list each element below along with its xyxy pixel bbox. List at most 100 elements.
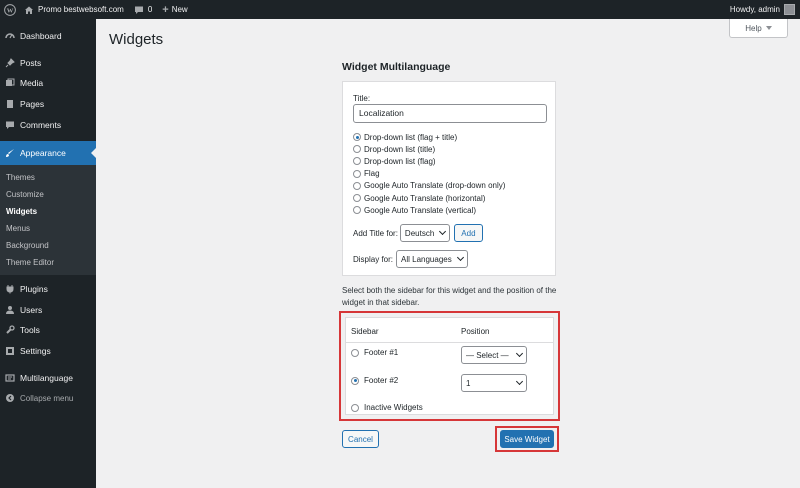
sidebar-item-label: Collapse menu — [20, 393, 74, 403]
add-title-row: Add Title for: Deutsch Add — [353, 224, 483, 242]
radio-button[interactable] — [351, 403, 359, 412]
submenu-item-themes[interactable]: Themes — [0, 169, 96, 186]
sidebar-item-label: Appearance — [20, 147, 66, 158]
comments-link[interactable]: 0 — [129, 0, 157, 19]
radio-button[interactable] — [351, 348, 359, 357]
account-menu[interactable]: Howdy, admin — [730, 4, 800, 15]
collapse-menu-button[interactable]: Collapse menu — [0, 388, 96, 409]
chevron-down-icon — [439, 227, 447, 236]
position-select-footer-1[interactable]: — Select — — [461, 346, 527, 364]
sidebar-item-users[interactable]: Users — [0, 300, 96, 321]
display-option[interactable]: Drop-down list (flag) — [353, 155, 505, 167]
submenu-item-background[interactable]: Background — [0, 237, 96, 254]
plus-icon: + — [162, 3, 169, 16]
plugin-icon — [0, 284, 20, 294]
sidebar-option-footer-2[interactable]: Footer #2 — [351, 376, 398, 385]
sidebar-item-plugins[interactable]: Plugins — [0, 279, 96, 300]
chevron-down-icon — [515, 377, 524, 386]
help-tab-button[interactable]: Help — [729, 19, 788, 38]
display-option[interactable]: Drop-down list (flag + title) — [353, 131, 505, 143]
save-widget-button[interactable]: Save Widget — [500, 430, 554, 448]
sidebar-option-footer-1[interactable]: Footer #1 — [351, 348, 398, 357]
collapse-icon — [0, 393, 20, 403]
column-header-position: Position — [461, 327, 490, 336]
sidebar-item-label: Comments — [20, 119, 62, 130]
submenu-item-widgets[interactable]: Widgets — [0, 203, 96, 220]
radio-button[interactable] — [353, 181, 361, 190]
comments-count: 0 — [147, 5, 153, 14]
option-label: Flag — [364, 169, 380, 179]
radio-button[interactable] — [353, 169, 361, 178]
language-select[interactable]: Deutsch — [399, 224, 451, 242]
submenu-item-menus[interactable]: Menus — [0, 220, 96, 237]
radio-button[interactable] — [353, 194, 361, 203]
position-select-footer-2[interactable]: 1 — [461, 374, 527, 392]
sidebar-item-label: Plugins — [20, 284, 48, 295]
media-icon — [0, 78, 20, 88]
radio-button[interactable] — [353, 145, 361, 154]
submenu-item-theme-editor[interactable]: Theme Editor — [0, 254, 96, 271]
display-option[interactable]: Drop-down list (title) — [353, 143, 505, 155]
sidebar-item-comments[interactable]: Comments — [0, 114, 96, 135]
widget-settings-box: Title: Localization Drop-down list (flag… — [342, 81, 556, 276]
site-name-link[interactable]: Promo bestwebsoft.com — [19, 0, 129, 19]
language-select-value: Deutsch — [404, 228, 435, 238]
radio-button[interactable] — [353, 206, 361, 215]
wordpress-logo-icon[interactable]: W — [0, 0, 19, 19]
radio-button[interactable] — [351, 376, 359, 385]
admin-bar: W Promo bestwebsoft.com 0 + New Howdy, a… — [0, 0, 800, 19]
sidebar-option-inactive[interactable]: Inactive Widgets — [351, 403, 423, 412]
highlight-frame: Save Widget — [495, 426, 559, 452]
display-option[interactable]: Google Auto Translate (horizontal) — [353, 192, 505, 204]
radio-button[interactable] — [353, 133, 361, 142]
settings-icon — [0, 346, 20, 356]
pin-icon — [0, 58, 20, 68]
avatar — [784, 4, 795, 15]
appearance-submenu: Themes Customize Widgets Menus Backgroun… — [0, 164, 96, 275]
sidebar-item-label: Pages — [20, 99, 45, 110]
sidebar-item-pages[interactable]: Pages — [0, 94, 96, 115]
sidebar-item-label: Users — [20, 304, 43, 315]
sidebar-item-posts[interactable]: Posts — [0, 53, 96, 74]
option-label: Drop-down list (flag + title) — [364, 132, 458, 142]
sidebar-item-label: Tools — [20, 325, 40, 336]
add-title-label: Add Title for: — [353, 228, 398, 238]
sidebar-item-dashboard[interactable]: Dashboard — [0, 26, 96, 47]
cancel-button[interactable]: Cancel — [342, 430, 379, 448]
users-icon — [0, 305, 20, 315]
sidebar-item-media[interactable]: Media — [0, 73, 96, 94]
dashboard-icon — [0, 31, 20, 41]
svg-text:W: W — [7, 7, 14, 14]
display-option[interactable]: Google Auto Translate (vertical) — [353, 204, 505, 216]
site-name: Promo bestwebsoft.com — [38, 5, 124, 14]
display-option[interactable]: Google Auto Translate (drop-down only) — [353, 180, 505, 192]
title-label: Title: — [353, 94, 371, 103]
comment-bubble-icon — [134, 6, 143, 14]
divider — [346, 342, 553, 343]
sidebar-option-label: Inactive Widgets — [364, 403, 423, 412]
chevron-down-icon — [515, 349, 524, 358]
sidebar-item-multilanguage[interactable]: Multilanguage — [0, 367, 96, 388]
greeting: Howdy, admin — [729, 5, 780, 14]
submenu-item-customize[interactable]: Customize — [0, 186, 96, 203]
position-select-value: — Select — — [466, 350, 509, 360]
chevron-down-icon — [456, 253, 464, 262]
sidebar-item-tools[interactable]: Tools — [0, 320, 96, 341]
display-for-select[interactable]: All Languages — [396, 250, 468, 268]
display-type-options: Drop-down list (flag + title) Drop-down … — [353, 131, 505, 216]
translate-icon — [0, 373, 20, 383]
sidebar-item-appearance[interactable]: Appearance — [0, 140, 96, 165]
title-input[interactable]: Localization — [353, 104, 547, 123]
display-for-label: Display for: — [353, 254, 394, 264]
sidebar-option-label: Footer #1 — [364, 348, 399, 357]
page-title: Widgets — [109, 31, 164, 48]
add-title-button[interactable]: Add — [454, 224, 483, 242]
sidebar-position-table: Sidebar Position Footer #1 — Select — Fo… — [345, 317, 554, 415]
display-option[interactable]: Flag — [353, 168, 505, 180]
placement-description: Select both the sidebar for this widget … — [342, 286, 557, 307]
display-for-value: All Languages — [401, 254, 452, 264]
position-select-value: 1 — [466, 378, 471, 388]
radio-button[interactable] — [353, 157, 361, 166]
new-content-link[interactable]: + New — [157, 0, 192, 19]
sidebar-item-settings[interactable]: Settings — [0, 341, 96, 362]
